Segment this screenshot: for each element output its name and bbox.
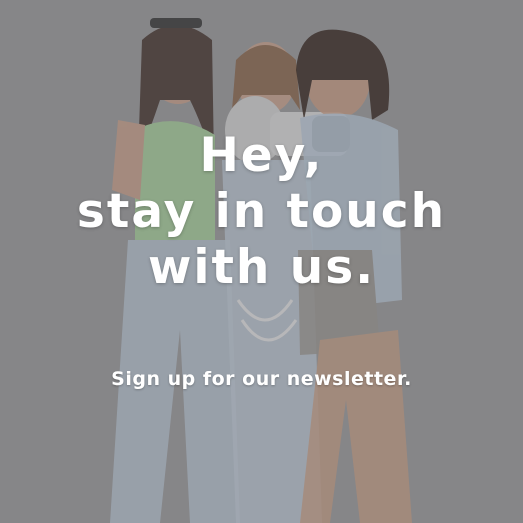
headline-line-1: Hey, [199,128,324,183]
headline-line-2: stay in touch [76,184,447,239]
headline-line-3: with us. [147,240,376,295]
newsletter-banner[interactable]: Hey, stay in touch with us. Sign up for … [0,0,523,523]
newsletter-signup-link[interactable]: Sign up for our newsletter. [0,368,523,390]
headline: Hey, stay in touch with us. [0,128,523,296]
